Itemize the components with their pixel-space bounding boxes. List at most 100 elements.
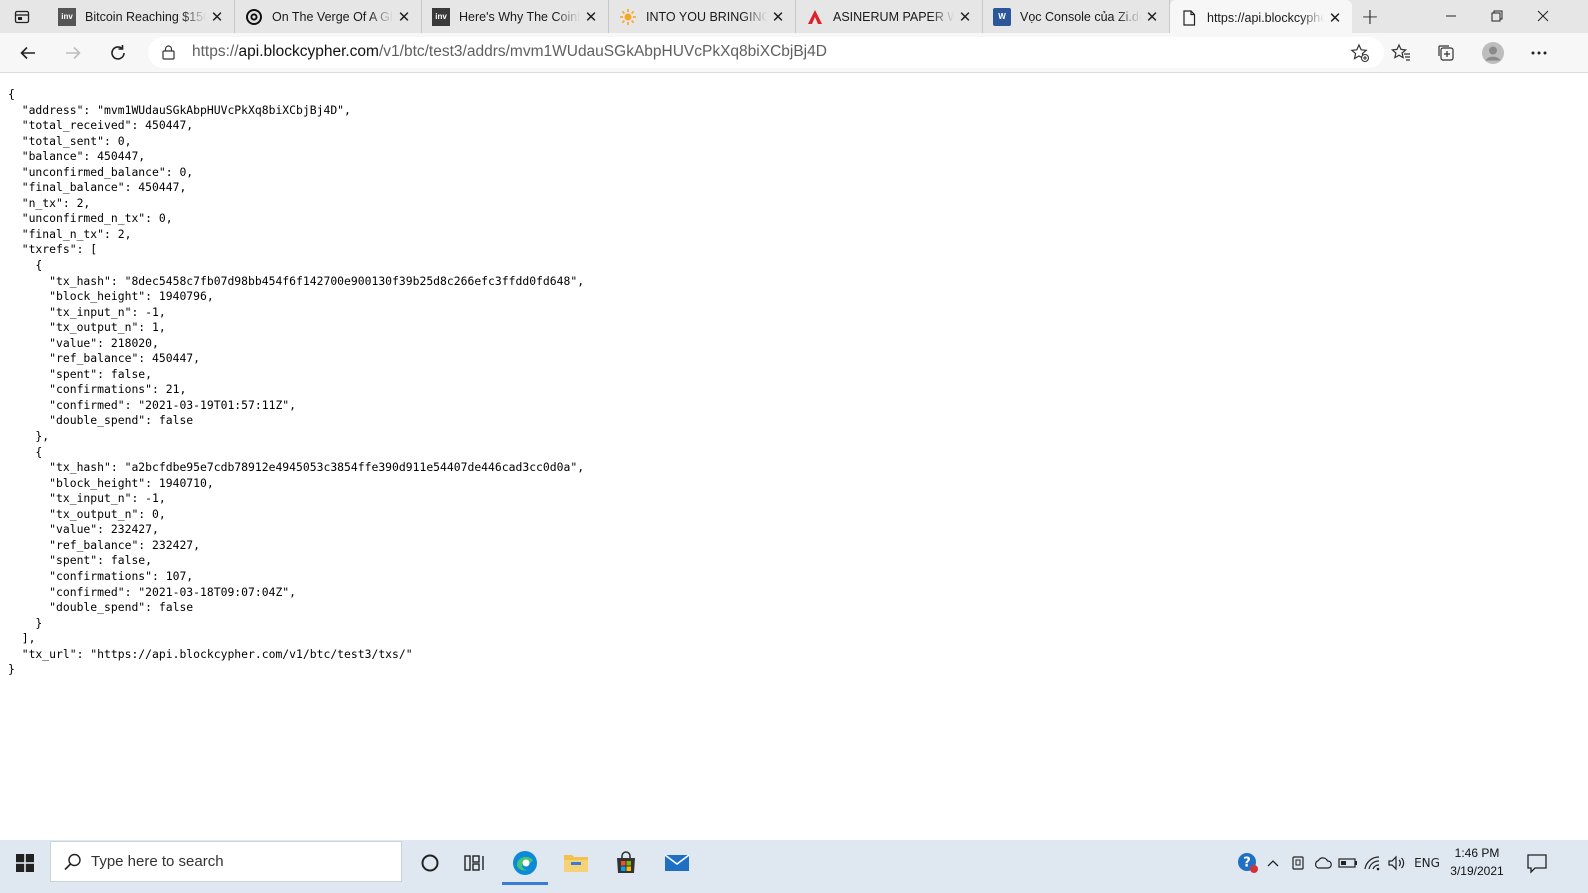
sun-favicon-icon: [619, 8, 637, 26]
json-line: "total_sent": 0,: [8, 133, 132, 148]
cortana-icon[interactable]: [405, 840, 455, 885]
favorites-icon[interactable]: [1388, 40, 1414, 66]
file-explorer-icon[interactable]: [551, 840, 601, 885]
new-tab-icon[interactable]: +: [1358, 5, 1382, 30]
word-favicon-text: W: [998, 12, 1006, 21]
json-line: "unconfirmed_n_tx": 0,: [8, 211, 173, 226]
json-line: "confirmations": 21,: [8, 382, 187, 397]
page-content: { "address": "mvm1WUdauSGkAbpHUVcPkXq8bi…: [0, 73, 1588, 840]
onedrive-cloud-icon[interactable]: [1311, 852, 1335, 874]
verge-favicon-icon: [245, 8, 263, 26]
refresh-icon[interactable]: [103, 38, 133, 68]
close-tab-icon[interactable]: ✕: [1141, 6, 1163, 28]
settings-more-icon[interactable]: [1526, 40, 1552, 66]
tab-on-the-verge[interactable]: On The Verge Of A Gl ✕: [235, 0, 422, 33]
show-hidden-icons-chevron-icon[interactable]: [1265, 852, 1281, 874]
close-tab-icon[interactable]: ✕: [1324, 7, 1346, 29]
url-path: /v1/btc/test3/addrs/mvm1WUdauSGkAbpHUVcP…: [378, 43, 827, 60]
tab-title: ASINERUM PAPER WA: [833, 9, 954, 24]
json-line: {: [8, 444, 43, 459]
close-tab-icon[interactable]: ✕: [580, 6, 602, 28]
json-response-body: { "address": "mvm1WUdauSGkAbpHUVcPkXq8bi…: [8, 87, 584, 678]
url-prefix: https://: [192, 43, 239, 60]
word-favicon-icon: W: [993, 7, 1011, 26]
collections-icon[interactable]: [1433, 40, 1459, 66]
microsoft-store-icon[interactable]: [601, 840, 651, 885]
profile-avatar-icon[interactable]: [1480, 40, 1506, 66]
windows-start-icon[interactable]: [0, 840, 50, 885]
json-line: "tx_url": "https://api.blockcypher.com/v…: [8, 646, 413, 661]
json-line: ],: [8, 631, 36, 646]
taskbar-search-box[interactable]: Type here to search: [50, 841, 402, 882]
svg-text:?: ?: [1243, 856, 1251, 871]
json-line: "txrefs": [: [8, 242, 98, 257]
json-line: {: [8, 87, 15, 101]
tab-bitcoin-reaching[interactable]: inv Bitcoin Reaching $150 ✕: [48, 0, 235, 33]
json-line: {: [8, 258, 43, 273]
help-icon[interactable]: ?: [1236, 852, 1260, 874]
lock-icon[interactable]: [162, 45, 175, 64]
json-line: },: [8, 429, 50, 444]
json-line: "tx_hash": "8dec5458c7fb07d98bb454f6f142…: [8, 273, 585, 288]
tab-blockcypher-api[interactable]: https://api.blockcyphe ✕: [1170, 0, 1352, 35]
json-line: "tx_input_n": -1,: [8, 304, 166, 319]
mail-icon[interactable]: [652, 840, 702, 885]
wifi-icon[interactable]: [1361, 852, 1383, 874]
back-arrow-icon[interactable]: [13, 38, 43, 68]
json-line: "block_height": 1940796,: [8, 289, 214, 304]
battery-icon[interactable]: [1337, 852, 1359, 874]
tab-strip: inv Bitcoin Reaching $150 ✕ On The Verge…: [0, 0, 1588, 35]
json-line: "confirmed": "2021-03-18T09:07:04Z",: [8, 584, 297, 599]
json-line: "double_spend": false: [8, 600, 194, 615]
windows-taskbar: Type here to search ? ENG 1:46 PM 3/19/2: [0, 840, 1588, 893]
tab-title: On The Verge Of A Gl: [272, 9, 393, 24]
volume-icon[interactable]: [1385, 852, 1409, 874]
tab-heres-why-coinbase[interactable]: inv Here's Why The Coinb ✕: [422, 0, 609, 33]
notifications-icon[interactable]: [1526, 852, 1548, 874]
json-line: "ref_balance": 450447,: [8, 351, 201, 366]
page-favicon-icon: [1180, 9, 1198, 27]
json-line: "tx_hash": "a2bcfdbe95e7cdb78912e4945053…: [8, 460, 585, 475]
inv-favicon-text: inv: [61, 12, 73, 21]
close-tab-icon[interactable]: ✕: [954, 6, 976, 28]
tab-actions-icon[interactable]: [12, 7, 32, 27]
json-line: "ref_balance": 232427,: [8, 537, 201, 552]
close-tab-icon[interactable]: ✕: [206, 6, 228, 28]
system-clock[interactable]: 1:46 PM 3/19/2021: [1436, 844, 1518, 880]
search-placeholder: Type here to search: [91, 853, 224, 870]
device-icon[interactable]: [1288, 852, 1308, 874]
tab-title: Bitcoin Reaching $150: [85, 9, 206, 24]
inv-favicon-text: inv: [435, 12, 447, 21]
address-url[interactable]: https://api.blockcypher.com/v1/btc/test3…: [192, 43, 827, 61]
json-line: "value": 218020,: [8, 335, 159, 350]
json-line: "confirmations": 107,: [8, 568, 194, 583]
edge-browser-icon[interactable]: [500, 840, 550, 885]
clock-time: 1:46 PM: [1454, 846, 1500, 860]
close-window-icon[interactable]: [1520, 0, 1566, 31]
close-tab-icon[interactable]: ✕: [767, 6, 789, 28]
tab-asinerum-paper-wallet[interactable]: ASINERUM PAPER WA ✕: [796, 0, 983, 33]
json-line: "tx_output_n": 0,: [8, 506, 166, 521]
tab-into-you-bringing[interactable]: INTO YOU BRINGING ✕: [609, 0, 796, 33]
tab-voc-console[interactable]: W Vọc Console của Zi.do ✕: [983, 0, 1170, 33]
json-line: "balance": 450447,: [8, 149, 146, 164]
json-line: "double_spend": false: [8, 413, 194, 428]
restore-icon[interactable]: [1474, 0, 1520, 31]
json-line: "value": 232427,: [8, 522, 159, 537]
json-line: "final_n_tx": 2,: [8, 226, 132, 241]
tab-title: https://api.blockcyphe: [1207, 10, 1324, 25]
minimize-icon[interactable]: [1428, 0, 1474, 31]
forward-arrow-icon[interactable]: [58, 38, 88, 68]
json-line: "spent": false,: [8, 366, 153, 381]
task-view-icon[interactable]: [450, 840, 500, 885]
json-line: "total_received": 450447,: [8, 118, 194, 133]
address-bar[interactable]: https://api.blockcypher.com/v1/btc/test3…: [148, 37, 1384, 68]
json-line: "block_height": 1940710,: [8, 475, 214, 490]
json-line: "n_tx": 2,: [8, 195, 91, 210]
close-tab-icon[interactable]: ✕: [393, 6, 415, 28]
json-line: }: [8, 615, 43, 630]
browser-toolbar: https://api.blockcypher.com/v1/btc/test3…: [0, 33, 1588, 73]
url-host: api.blockcypher.com: [238, 43, 379, 60]
add-favorite-star-icon[interactable]: [1350, 43, 1370, 67]
json-line: "unconfirmed_balance": 0,: [8, 164, 194, 179]
